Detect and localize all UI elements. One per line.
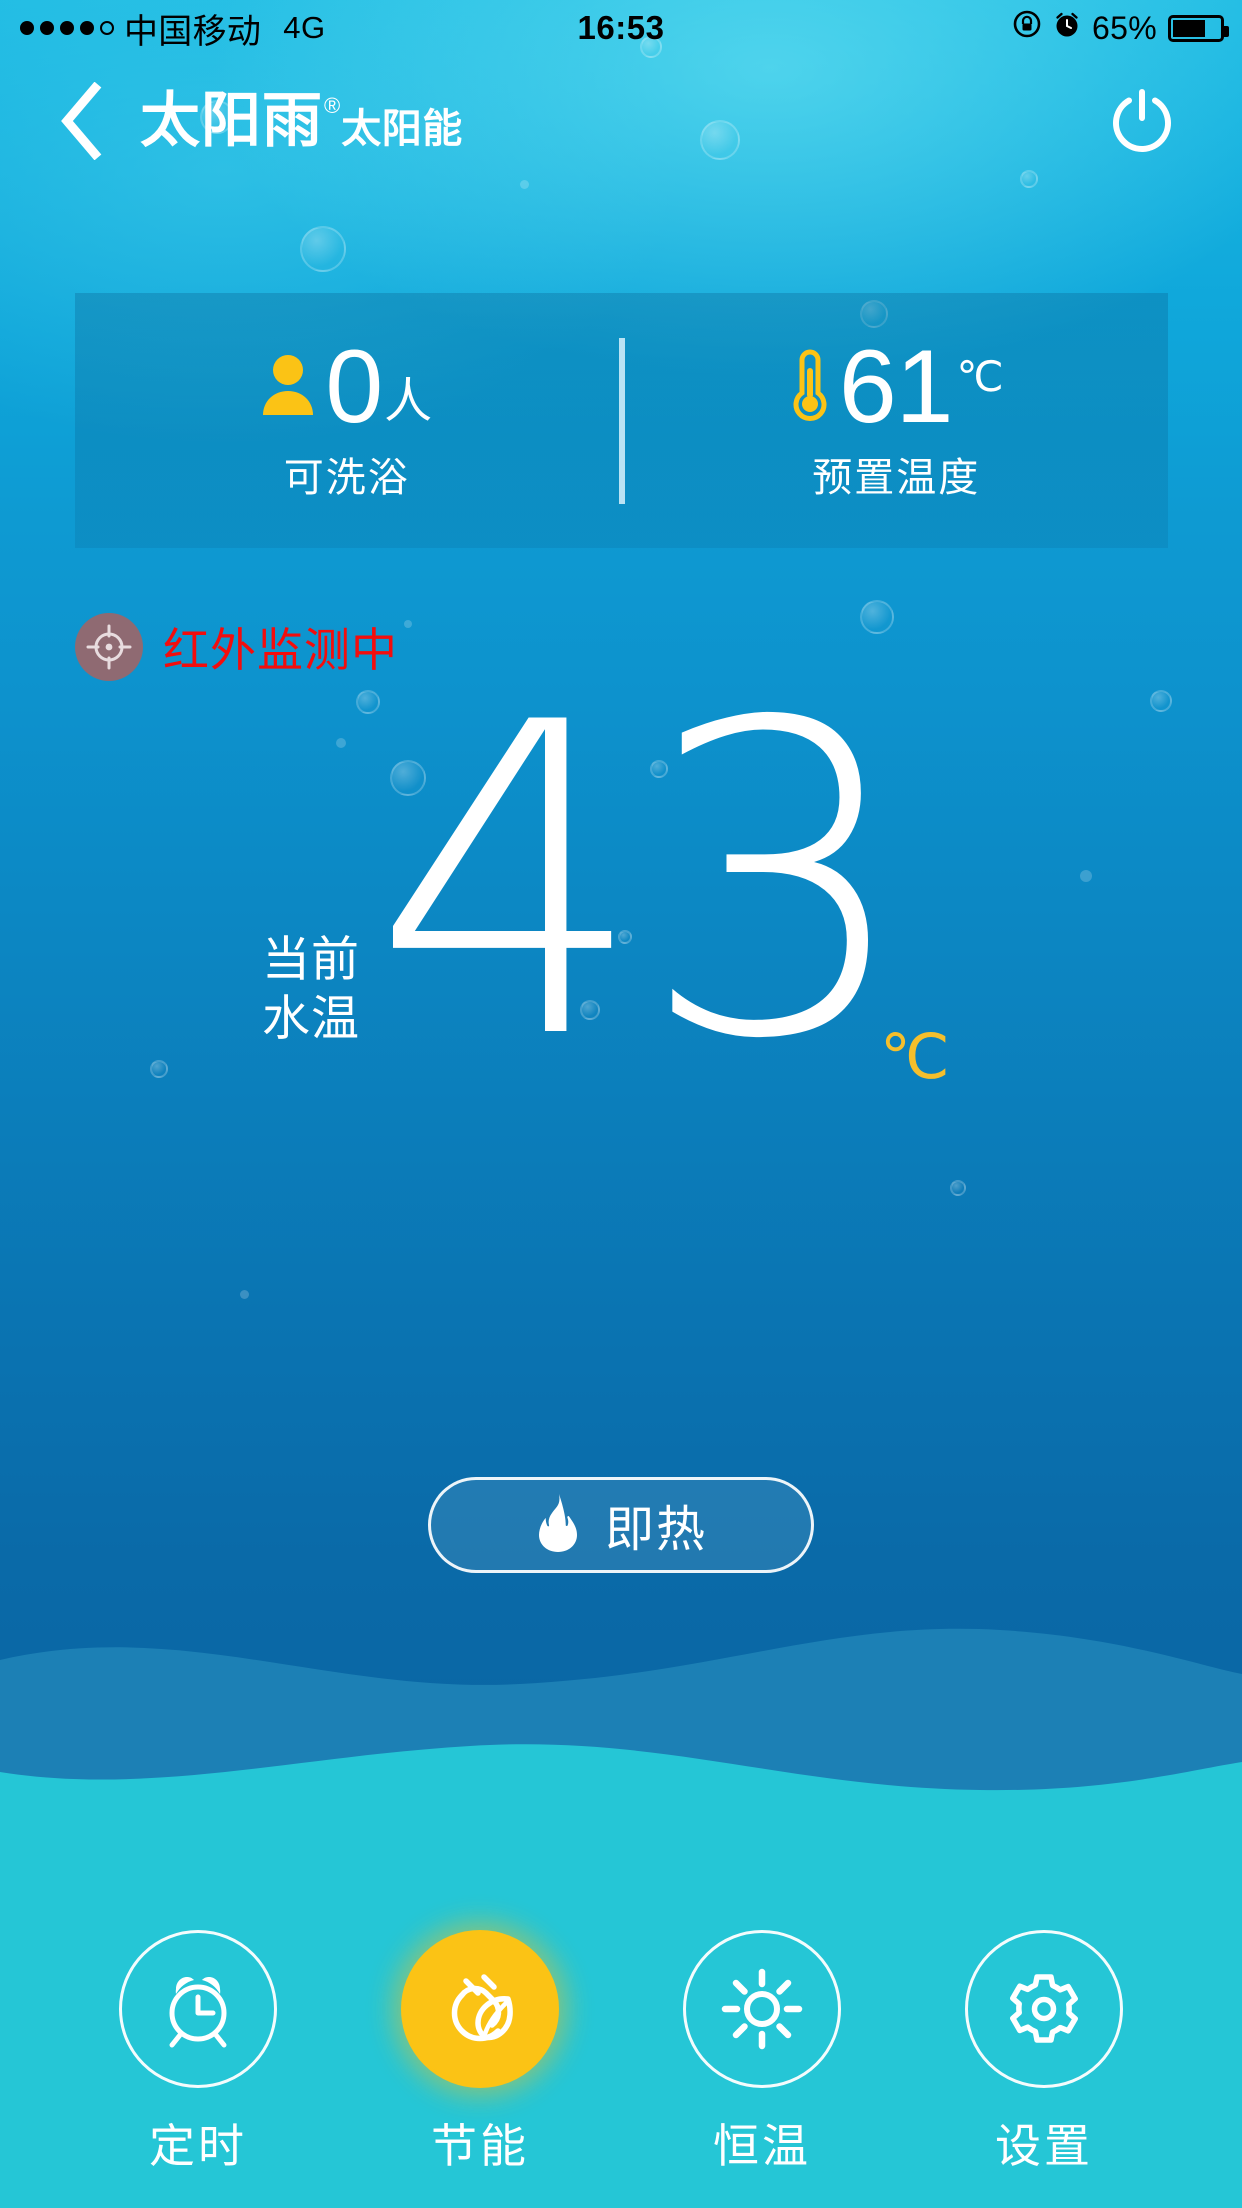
tab-eco[interactable]: 节能 xyxy=(380,1930,580,2176)
tab-timer[interactable]: 定时 xyxy=(98,1930,298,2176)
current-temp-label-line1: 当前 xyxy=(262,933,361,987)
tab-eco-label: 节能 xyxy=(431,2120,529,2172)
tab-thermostat-label: 恒温 xyxy=(713,2120,811,2172)
people-unit: 人 xyxy=(384,374,433,428)
plug-leaf-icon xyxy=(401,1930,559,2088)
alarm-clock-icon xyxy=(119,1930,277,2088)
current-temp-value: 43 xyxy=(372,633,913,1133)
preset-temp-value: 61 xyxy=(838,329,954,446)
sun-icon xyxy=(683,1930,841,2088)
tab-thermostat[interactable]: 恒温 xyxy=(662,1930,862,2176)
wave-shapes xyxy=(0,1628,1242,1850)
people-value: 0 xyxy=(325,329,383,446)
thermometer-icon xyxy=(789,346,831,429)
preset-temp-unit: ℃ xyxy=(956,353,1004,401)
current-temperature-display: 当前 水温 43 ℃ xyxy=(0,668,1242,1120)
brand-logo: 太阳雨 ® 太阳能 xyxy=(140,91,463,151)
brand-subtitle: 太阳能 xyxy=(341,107,463,151)
preset-temp-label: 预置温度 xyxy=(812,455,981,500)
current-temp-label-line2: 水温 xyxy=(262,992,361,1045)
people-metric: 0 人 可洗浴 xyxy=(75,329,619,503)
brand-name: 太阳雨 xyxy=(140,87,323,154)
instant-heat-label: 即热 xyxy=(604,1502,707,1557)
instant-heat-button[interactable]: 即热 xyxy=(428,1477,814,1573)
bottom-tab-bar: 定时 节能 恒温 设置 xyxy=(0,1930,1242,2180)
back-button[interactable] xyxy=(36,76,126,166)
crosshair-target-icon xyxy=(75,613,143,681)
infrared-status-text: 红外监测中 xyxy=(163,624,398,676)
tab-settings-label: 设置 xyxy=(995,2120,1093,2172)
infrared-status: 红外监测中 xyxy=(75,613,398,681)
people-label: 可洗浴 xyxy=(283,455,410,500)
tab-timer-label: 定时 xyxy=(149,2120,247,2172)
battery-icon xyxy=(1168,14,1229,42)
status-bar-time: 16:53 xyxy=(577,9,665,46)
gear-icon xyxy=(965,1930,1123,2088)
app-screen: 中国移动 4G 16:53 65% 太阳雨 ® 太阳能 0 人 可洗浴 61 ℃… xyxy=(0,0,1242,2208)
flame-icon xyxy=(535,1492,581,1559)
power-button[interactable] xyxy=(1100,79,1184,163)
person-icon xyxy=(261,353,315,422)
status-bar: 中国移动 4G 16:53 65% xyxy=(0,0,1242,56)
preset-temp-metric: 61 ℃ 预置温度 xyxy=(625,329,1169,503)
tab-settings[interactable]: 设置 xyxy=(944,1930,1144,2176)
status-info-card: 0 人 可洗浴 61 ℃ 预置温度 xyxy=(75,293,1168,548)
app-header: 太阳雨 ® 太阳能 xyxy=(0,56,1242,186)
current-temp-unit: ℃ xyxy=(880,1023,950,1092)
current-temp-label: 当前 水温 xyxy=(262,931,360,1048)
registered-mark: ® xyxy=(324,93,341,118)
